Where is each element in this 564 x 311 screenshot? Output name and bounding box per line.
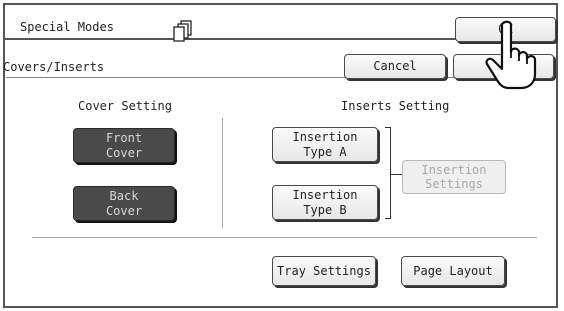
settings-line2: Settings <box>425 177 483 191</box>
insertion-type-a-button[interactable]: Insertion Type A <box>272 127 378 162</box>
page-layout-label: Page Layout <box>413 263 493 278</box>
section-divider <box>222 118 223 228</box>
front-cover-line1: Front <box>105 131 143 146</box>
type-b-line2: Type B <box>303 202 347 217</box>
bracket-connector <box>390 174 402 175</box>
page-layout-button[interactable]: Page Layout <box>401 256 505 286</box>
bottom-divider <box>32 237 537 238</box>
insertion-settings-button[interactable]: Insertion Settings <box>402 160 506 194</box>
pointing-hand-icon <box>485 20 537 90</box>
cover-setting-heading: Cover Setting <box>78 99 172 113</box>
insertion-bracket <box>385 127 391 219</box>
back-cover-button[interactable]: Back Cover <box>73 186 175 221</box>
tray-settings-label: Tray Settings <box>277 263 371 278</box>
type-a-line2: Type A <box>303 144 347 159</box>
front-cover-line2: Cover <box>105 145 143 160</box>
cancel-button[interactable]: Cancel <box>344 54 446 79</box>
front-cover-button[interactable]: Front Cover <box>73 128 175 163</box>
copies-icon <box>173 20 192 42</box>
page-title: Special Modes <box>20 20 114 34</box>
inserts-setting-heading: Inserts Setting <box>341 99 450 113</box>
section-title: Covers/Inserts <box>3 60 105 74</box>
back-cover-line1: Back <box>109 189 139 204</box>
type-a-line1: Insertion <box>292 130 358 145</box>
cancel-label: Cancel <box>373 59 417 74</box>
back-cover-line2: Cover <box>105 203 143 218</box>
insertion-type-b-button[interactable]: Insertion Type B <box>272 185 378 220</box>
settings-line1: Insertion <box>421 162 487 177</box>
tray-settings-button[interactable]: Tray Settings <box>272 256 376 286</box>
type-b-line1: Insertion <box>292 188 358 203</box>
